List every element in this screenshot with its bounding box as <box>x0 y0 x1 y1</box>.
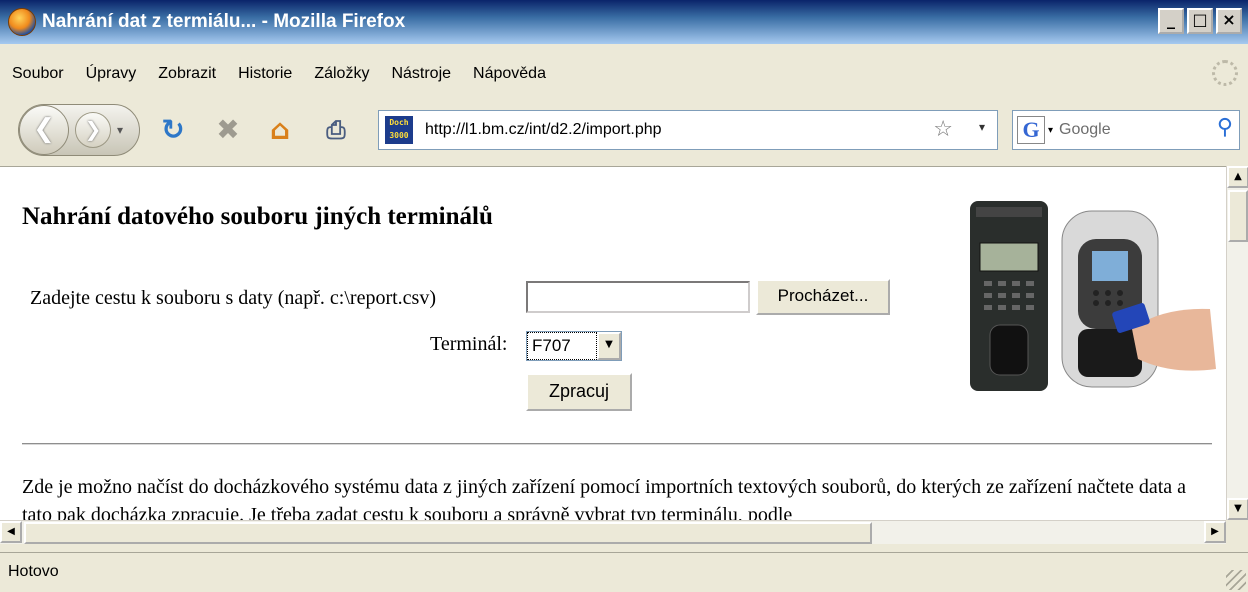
file-path-label: Zadejte cestu k souboru s daty (např. c:… <box>30 287 436 309</box>
address-bar[interactable]: Doch 3000 http://l1.bm.cz/int/d2.2/impor… <box>378 110 998 150</box>
select-arrow-icon[interactable]: ▼ <box>597 332 621 360</box>
window-titlebar: Nahrání dat z termiálu... - Mozilla Fire… <box>0 0 1248 44</box>
scrollbar-corner <box>1226 520 1248 544</box>
url-dropdown-icon[interactable]: ▾ <box>979 120 985 134</box>
terminal-devices-image <box>970 201 1216 391</box>
stop-icon[interactable]: ✖ <box>210 112 246 148</box>
bookmark-star-icon[interactable]: ☆ <box>933 117 953 142</box>
maximize-button[interactable]: □ <box>1187 8 1213 34</box>
history-dropdown-icon[interactable]: ▾ <box>117 123 123 137</box>
menu-bar: Soubor Úpravy Zobrazit Historie Záložky … <box>0 56 1248 92</box>
search-input[interactable]: Google <box>1059 121 1111 139</box>
menu-nastroje[interactable]: Nástroje <box>391 65 451 83</box>
vertical-scroll-thumb[interactable] <box>1228 190 1248 242</box>
file-path-input[interactable] <box>526 281 750 313</box>
menu-napoveda[interactable]: Nápověda <box>473 65 546 83</box>
menu-historie[interactable]: Historie <box>238 65 292 83</box>
menu-zalozky[interactable]: Záložky <box>314 65 369 83</box>
scroll-left-button[interactable]: ◀ <box>0 521 22 543</box>
firefox-icon <box>8 8 36 36</box>
throbber-icon <box>1212 60 1238 86</box>
home-icon[interactable]: ⌂ <box>262 112 298 148</box>
description-paragraph: Zde je možno načíst do docházkového syst… <box>22 476 1187 520</box>
status-bar: Hotovo <box>0 552 1248 592</box>
site-favicon-icon: Doch 3000 <box>385 116 413 144</box>
terminal-label: Terminál: <box>430 333 508 355</box>
terminal-select[interactable]: F707 ▼ <box>526 331 622 361</box>
resize-grip-icon[interactable] <box>1226 570 1246 590</box>
search-magnifier-icon[interactable]: ⚲ <box>1217 115 1233 140</box>
scroll-right-button[interactable]: ▶ <box>1204 521 1226 543</box>
google-engine-icon[interactable]: G <box>1017 116 1045 144</box>
window-controls: _ □ × <box>1158 8 1242 34</box>
back-button[interactable]: ❮ <box>19 105 69 155</box>
minimize-button[interactable]: _ <box>1158 8 1184 34</box>
horizontal-scrollbar[interactable]: ◀ ▶ <box>0 520 1226 544</box>
navigation-toolbar: ❮ ❯ ▾ ↻ ✖ ⌂ ⎙ Doch 3000 http://l1.bm.cz/… <box>0 98 1248 162</box>
scroll-down-button[interactable]: ▼ <box>1227 498 1248 520</box>
back-forward-group: ❮ ❯ ▾ <box>18 104 140 156</box>
menu-upravy[interactable]: Úpravy <box>86 65 137 83</box>
scroll-up-button[interactable]: ▲ <box>1227 166 1248 188</box>
print-icon[interactable]: ⎙ <box>318 112 354 148</box>
page-heading: Nahrání datového souboru jiných terminál… <box>22 203 493 230</box>
engine-dropdown-icon[interactable]: ▾ <box>1048 125 1053 136</box>
process-button[interactable]: Zpracuj <box>526 373 632 411</box>
page-content: Nahrání datového souboru jiných terminál… <box>0 166 1226 520</box>
window-title: Nahrání dat z termiálu... - Mozilla Fire… <box>42 11 406 32</box>
close-button[interactable]: × <box>1216 8 1242 34</box>
vertical-scrollbar[interactable]: ▲ ▼ <box>1226 166 1248 520</box>
horizontal-scroll-thumb[interactable] <box>24 522 872 544</box>
status-text: Hotovo <box>8 563 59 580</box>
terminal-select-value[interactable]: F707 <box>527 332 597 360</box>
forward-button[interactable]: ❯ <box>75 112 111 148</box>
browse-button[interactable]: Procházet... <box>756 279 890 315</box>
search-bar[interactable]: G ▾ Google ⚲ <box>1012 110 1240 150</box>
reload-icon[interactable]: ↻ <box>155 112 191 148</box>
menu-zobrazit[interactable]: Zobrazit <box>158 65 216 83</box>
menu-soubor[interactable]: Soubor <box>12 65 64 83</box>
url-text[interactable]: http://l1.bm.cz/int/d2.2/import.php <box>425 121 662 139</box>
horizontal-rule <box>22 443 1212 445</box>
